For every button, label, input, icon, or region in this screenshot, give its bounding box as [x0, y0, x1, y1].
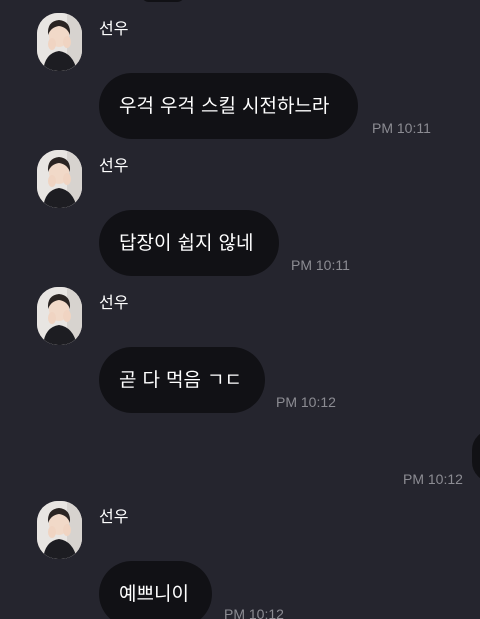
message-bubble[interactable]: 예쁘니이: [99, 561, 212, 619]
avatar[interactable]: [37, 287, 82, 345]
profile-photo-icon: [37, 13, 82, 71]
profile-photo-icon: [37, 501, 82, 559]
outgoing-message-timestamp: PM 10:12: [403, 471, 463, 487]
outgoing-message-bubble[interactable]: [472, 430, 480, 482]
message-bubble[interactable]: 곧 다 먹음 ㄱㄷ: [99, 347, 265, 413]
avatar[interactable]: [37, 501, 82, 559]
message-timestamp: PM 10:11: [372, 120, 431, 136]
previous-message-bubble-edge: [141, 0, 185, 2]
sender-name: 선우: [99, 293, 129, 312]
profile-photo-icon: [37, 287, 82, 345]
chat-screen: 선우 우걱 우걱 스킬 시전하느라 PM 10:11 선우 답장이 쉽지 않네 …: [0, 0, 480, 619]
message-timestamp: PM 10:11: [291, 257, 350, 273]
message-timestamp: PM 10:12: [224, 606, 284, 619]
message-bubble[interactable]: 우걱 우걱 스킬 시전하느라: [99, 73, 358, 139]
sender-name: 선우: [99, 507, 129, 526]
message-timestamp: PM 10:12: [276, 394, 336, 410]
sender-name: 선우: [99, 156, 129, 175]
avatar[interactable]: [37, 13, 82, 71]
message-bubble[interactable]: 답장이 쉽지 않네: [99, 210, 279, 276]
avatar[interactable]: [37, 150, 82, 208]
profile-photo-icon: [37, 150, 82, 208]
sender-name: 선우: [99, 19, 129, 38]
